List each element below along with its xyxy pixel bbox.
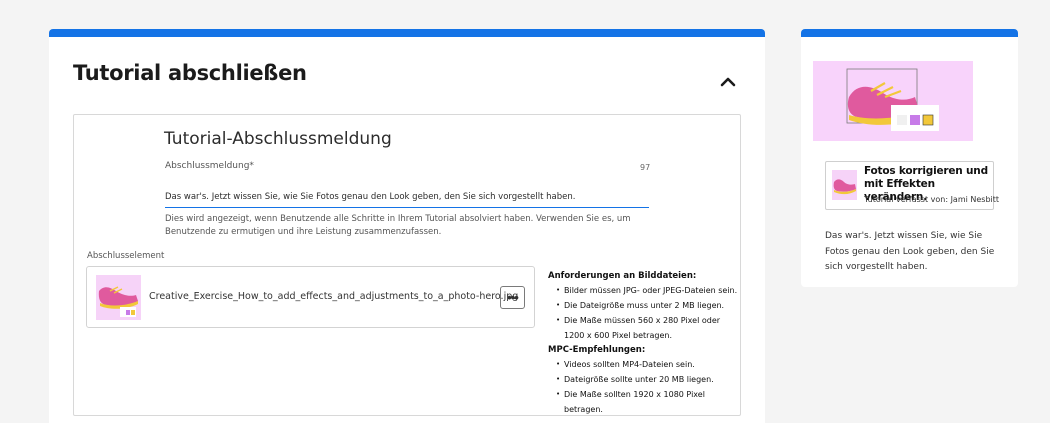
- help-text: Dies wird angezeigt, wenn Benutzende all…: [165, 214, 631, 237]
- shoe-image: [98, 286, 138, 317]
- completion-message-panel: Tutorial-Abschlussmeldung Abschlussmeldu…: [73, 114, 741, 416]
- preview-hero-image: [813, 61, 973, 141]
- tutorial-card-author: Tutorial verfasst von: Jami Nesbitt: [864, 195, 1000, 204]
- message-field-label: Abschlussmeldung*: [165, 161, 254, 171]
- list-item: Dateigröße sollte unter 20 MB liegen.: [548, 372, 738, 387]
- more-icon: •••: [507, 290, 519, 305]
- shoe-image: [846, 68, 939, 131]
- list-item: Bilder müssen JPG- oder JPEG-Dateien sei…: [548, 283, 738, 298]
- chevron-up-icon: [720, 77, 736, 87]
- list-item: Die Maße müssen 560 x 280 Pixel oder: [548, 313, 738, 328]
- preview-panel: Fotos korrigieren und mit Effekten verän…: [801, 29, 1018, 287]
- character-count: 97: [640, 163, 651, 172]
- completion-section: Tutorial abschließen Tutorial-Abschlussm…: [49, 29, 765, 423]
- completion-element-file: Creative_Exercise_How_to_add_effects_and…: [86, 266, 535, 328]
- completion-element-label: Abschlusselement: [87, 251, 165, 261]
- list-item: Die Maße sollten 1920 x 1080 Pixel betra…: [548, 387, 738, 417]
- completion-message-input[interactable]: [165, 186, 649, 208]
- tutorial-card[interactable]: Fotos korrigieren und mit Effekten verän…: [825, 161, 999, 210]
- file-requirements: Anforderungen an Bilddateien: Bilder müs…: [548, 269, 738, 417]
- more-options-button[interactable]: •••: [500, 286, 525, 309]
- mpc-recommendations-heading: MPC-Empfehlungen:: [548, 345, 646, 355]
- file-name: Creative_Exercise_How_to_add_effects_and…: [149, 291, 519, 302]
- list-item: Videos sollten MP4-Dateien sein.: [548, 357, 738, 372]
- tutorial-card-thumbnail: [832, 170, 857, 200]
- list-item: Die Dateigröße muss unter 2 MB liegen.: [548, 298, 738, 313]
- shoe-image: [833, 179, 856, 195]
- image-requirements-heading: Anforderungen an Bilddateien:: [548, 271, 697, 281]
- section-title: Tutorial abschließen: [73, 61, 307, 85]
- list-item: 1200 x 600 Pixel betragen.: [564, 331, 672, 340]
- collapse-button[interactable]: [717, 71, 739, 93]
- file-thumbnail: [96, 275, 141, 320]
- completion-message-heading: Tutorial-Abschlussmeldung: [164, 129, 392, 149]
- mpc-recommendations-list: Videos sollten MP4-Dateien sein. Dateigr…: [548, 357, 738, 417]
- image-requirements-list: Bilder müssen JPG- oder JPEG-Dateien sei…: [548, 283, 738, 343]
- preview-description: Das war's. Jetzt wissen Sie, wie Sie Fot…: [825, 231, 995, 272]
